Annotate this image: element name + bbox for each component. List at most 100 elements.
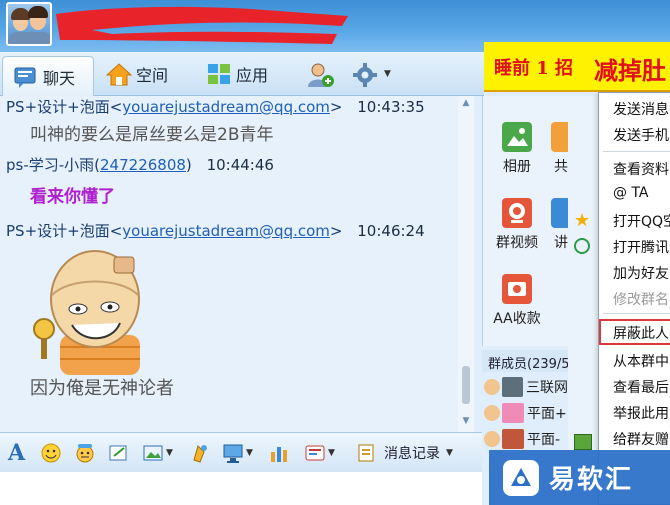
chat-icon — [13, 65, 39, 89]
menu-item-view-last[interactable]: 查看最后 — [599, 373, 670, 399]
shake-icon — [188, 442, 210, 464]
tab-chat-label: 聊天 — [43, 68, 76, 88]
tab-chat[interactable]: 聊天 — [2, 56, 94, 96]
menu-item-edit-group-card: 修改群名 — [613, 292, 669, 308]
message-input[interactable] — [0, 472, 482, 505]
meme-sticker-image — [33, 250, 140, 375]
ad-text-secondary: 减掉肚 — [594, 56, 666, 85]
message-header: PS+设计+泡面<youarejustadream@qq.com> 10:46:… — [6, 222, 425, 240]
app-album[interactable]: 相册 — [487, 122, 547, 176]
app-lecture-label: 讲 — [554, 235, 568, 251]
menu-item-add-friend[interactable]: 加为好友 — [599, 259, 670, 285]
sender-email-link[interactable]: youarejustadream@qq.com — [122, 222, 330, 240]
message-history-button[interactable]: 消息记录 ▼ — [356, 441, 453, 465]
image-button[interactable]: ▼ — [142, 441, 173, 465]
screen-share-button[interactable]: ▼ — [222, 441, 253, 465]
redacted-group-name — [56, 6, 348, 45]
member-row[interactable]: 三联网 — [484, 376, 568, 398]
voice-button[interactable]: ▼ — [304, 441, 335, 465]
group-avatar[interactable] — [6, 2, 52, 46]
members-header: 群成员(239/5 — [482, 350, 568, 372]
emoji-icon — [40, 442, 62, 464]
chevron-down-icon: ▼ — [328, 448, 335, 458]
shake-button[interactable] — [188, 441, 210, 465]
tab-space[interactable]: 空间 — [105, 56, 169, 92]
message-header: PS+设计+泡面<youarejustadream@qq.com> 10:43:… — [6, 98, 425, 116]
doc-button[interactable] — [268, 441, 290, 465]
sender-name: PS+设计+泡面< — [6, 222, 123, 240]
tab-space-label: 空间 — [136, 66, 169, 85]
menu-item-report-user[interactable]: 举报此用 — [599, 399, 670, 425]
sender-email-link[interactable]: youarejustadream@qq.com — [122, 98, 330, 116]
settings-gear-icon — [352, 62, 378, 87]
message-time: 10:43:35 — [357, 98, 425, 116]
add-member-icon — [306, 62, 334, 87]
message-time: 10:46:24 — [357, 222, 425, 240]
message-header: ps-学习-小雨(247226808) 10:44:46 — [6, 156, 274, 174]
voice-icon — [304, 442, 326, 464]
menu-item-open-qzone[interactable]: 打开QQ空 — [599, 207, 670, 233]
message-text: 看来你懂了 — [30, 187, 115, 207]
menu-item-send-message[interactable]: 发送消息 — [599, 95, 670, 121]
magic-face-icon — [74, 442, 96, 464]
message-text: 叫神的要么是屌丝要么是2B青年 — [30, 125, 274, 145]
screenshot-icon — [108, 442, 130, 464]
menu-item-remove-from-group[interactable]: 从本群中 — [599, 347, 670, 373]
sender-name: ps-学习-小雨( — [6, 156, 101, 174]
app-aa-payment-label: AA收款 — [493, 311, 541, 327]
menu-item-gift-member[interactable]: 给群友赠 — [599, 425, 670, 451]
menu-item-open-tencent[interactable]: 打开腾讯 — [599, 233, 670, 259]
magic-face-button[interactable] — [74, 441, 96, 465]
chevron-down-icon: ▼ — [384, 69, 391, 79]
group-video-icon — [502, 198, 532, 228]
chat-scrollbar[interactable]: ▲ ▼ — [458, 96, 474, 432]
member-avatar — [502, 429, 524, 449]
doc-icon — [268, 442, 290, 464]
member-name: 平面- — [527, 432, 561, 448]
font-icon: A — [8, 440, 26, 466]
member-row[interactable]: 平面- — [484, 428, 568, 450]
member-avatar — [501, 377, 523, 397]
add-member-button[interactable] — [306, 56, 336, 92]
menu-item-block-user[interactable]: 屏蔽此人 — [599, 319, 670, 345]
ad-banner[interactable]: 睡前 1 招 减掉肚 — [484, 42, 670, 92]
watermark: 易软汇 — [489, 450, 670, 505]
menu-item-mention[interactable]: @ TA — [599, 181, 670, 207]
app-share-label: 共 — [554, 159, 568, 175]
app-group-video[interactable]: 群视频 — [487, 198, 547, 252]
scroll-up-icon[interactable]: ▲ — [458, 98, 474, 110]
image-icon — [142, 442, 164, 464]
app-group-video-label: 群视频 — [496, 235, 538, 251]
scroll-thumb[interactable] — [462, 366, 470, 404]
star-icon: ★ — [574, 210, 591, 231]
side-badge-strip: ★ — [568, 96, 598, 505]
chevron-down-icon: ▼ — [166, 448, 173, 458]
scroll-down-icon[interactable]: ▼ — [458, 416, 474, 430]
menu-item-send-mobile[interactable]: 发送手机 — [599, 121, 670, 147]
member-avatar — [502, 403, 524, 423]
screenshot-button[interactable] — [108, 441, 130, 465]
nav-bar: 聊天 空间 应用 ▼ — [0, 52, 484, 96]
member-status-icon — [484, 379, 500, 395]
app-aa-payment[interactable]: AA收款 — [487, 274, 547, 328]
gift-icon — [574, 434, 592, 450]
screen-share-icon — [222, 442, 244, 464]
apps-grid-icon — [206, 62, 232, 86]
app-album-label: 相册 — [503, 159, 531, 175]
font-button[interactable]: A — [8, 440, 26, 466]
message-time: 10:44:46 — [206, 156, 274, 174]
member-row[interactable]: 平面+ — [484, 402, 568, 424]
emoji-button[interactable] — [40, 441, 62, 465]
menu-divider — [603, 151, 670, 152]
tab-apps[interactable]: 应用 — [206, 56, 268, 92]
menu-item-view-profile[interactable]: 查看资料 — [599, 155, 670, 181]
home-icon — [105, 62, 133, 86]
settings-button[interactable]: ▼ — [352, 56, 391, 92]
group-apps-panel: 相册 共 群视频 讲 AA收款 — [482, 96, 571, 346]
sender-qq-link[interactable]: 247226808 — [100, 156, 186, 174]
message-text: 因为俺是无神论者 — [30, 378, 174, 399]
chevron-down-icon: ▼ — [246, 448, 253, 458]
history-icon — [356, 442, 378, 464]
ad-text-primary: 睡前 1 招 — [494, 58, 574, 79]
album-icon — [502, 122, 532, 152]
